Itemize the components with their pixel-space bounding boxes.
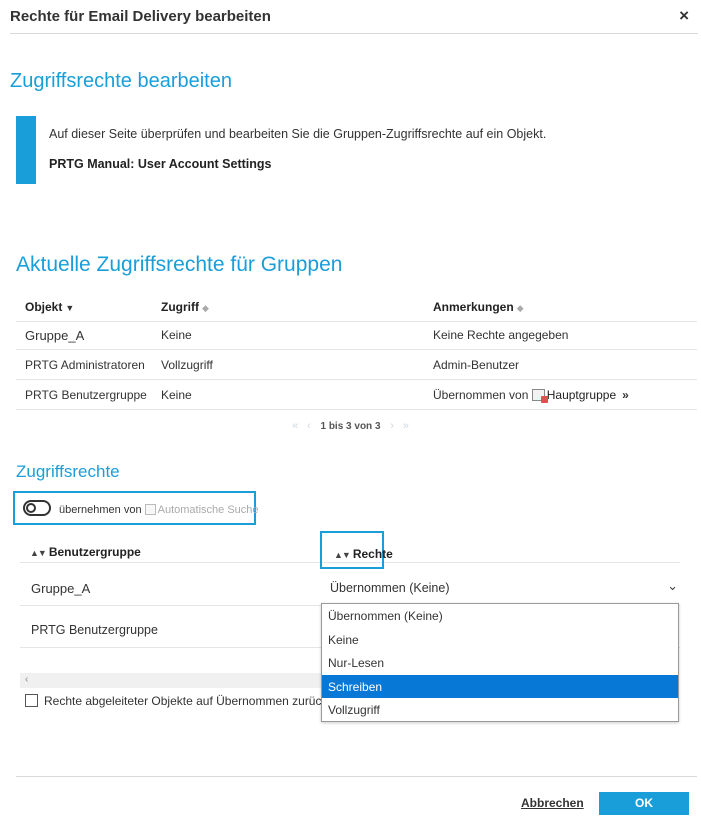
- col-header-usergroup-label: Benutzergruppe: [48, 545, 141, 559]
- inherit-label-text: übernehmen von: [59, 504, 142, 516]
- prev-page-icon[interactable]: ‹: [307, 420, 311, 432]
- row-remarks: Keine Rechte angegeben: [433, 328, 569, 342]
- dropdown-option[interactable]: Keine: [322, 628, 678, 651]
- dropdown-option[interactable]: Nur-Lesen: [322, 651, 678, 674]
- next-page-icon[interactable]: ›: [390, 420, 394, 432]
- ok-button[interactable]: OK: [599, 792, 689, 815]
- inherit-label: übernehmen von Automatische Suche: [59, 504, 259, 516]
- object-icon: [144, 504, 156, 515]
- section-title: Zugriffsrechte bearbeiten: [10, 70, 232, 92]
- permission-row: Gruppe_A Übernommen (Keine) ⌄: [20, 564, 680, 606]
- title-divider: [10, 33, 698, 34]
- sort-icon: ▲▼: [30, 548, 47, 558]
- scroll-left-icon[interactable]: ‹: [25, 674, 28, 685]
- col-header-remarks[interactable]: Anmerkungen ◆: [433, 300, 524, 314]
- sort-icon: ▲▼: [334, 550, 351, 560]
- group-name: Gruppe_A: [31, 581, 91, 596]
- sort-desc-icon: ▼: [65, 303, 75, 313]
- row-remarks: Admin-Benutzer: [433, 358, 520, 372]
- chevron-down-icon: ⌄: [667, 578, 678, 593]
- row-object: PRTG Benutzergruppe: [25, 388, 147, 402]
- col-header-remarks-label: Anmerkungen: [433, 300, 514, 314]
- group-icon: [531, 389, 548, 403]
- row-object: Gruppe_A: [25, 328, 85, 343]
- page-info: 1 bis 3 von 3: [320, 421, 381, 432]
- close-icon[interactable]: ×: [679, 6, 689, 26]
- col-header-rights-label: Rechte: [352, 547, 393, 561]
- info-accent-bar: [16, 116, 36, 184]
- col-header-access[interactable]: Zugriff ◆: [161, 300, 209, 314]
- table-header: Objekt ▼ Zugriff ◆ Anmerkungen ◆: [16, 292, 697, 322]
- rights-dropdown: Übernommen (Keine) Keine Nur-Lesen Schre…: [321, 603, 679, 722]
- row-access: Keine: [161, 388, 192, 402]
- table-row: PRTG Benutzergruppe Keine Übernommen von…: [16, 380, 697, 410]
- last-page-icon[interactable]: »: [403, 420, 409, 432]
- col-header-object-label: Objekt: [25, 300, 63, 314]
- group-name: PRTG Benutzergruppe: [31, 623, 158, 637]
- row-access: Keine: [161, 328, 192, 342]
- reset-checkbox[interactable]: [25, 694, 38, 707]
- manual-link[interactable]: PRTG Manual: User Account Settings: [49, 157, 271, 171]
- rights-select-value: Übernommen (Keine): [330, 581, 450, 595]
- dropdown-option[interactable]: Übernommen (Keine): [322, 604, 678, 627]
- reset-label: Rechte abgeleiteter Objekte auf Übernomm…: [44, 694, 325, 708]
- more-link-icon[interactable]: »: [622, 388, 629, 402]
- col-header-object[interactable]: Objekt ▼: [25, 300, 74, 314]
- dialog-titlebar: Rechte für Email Delivery bearbeiten ×: [0, 0, 701, 34]
- dropdown-option[interactable]: Vollzugriff: [322, 698, 678, 721]
- remarks-prefix: Übernommen von: [433, 388, 529, 402]
- info-box: Auf dieser Seite überprüfen und bearbeit…: [16, 116, 696, 184]
- inherit-toggle-group: übernehmen von Automatische Suche: [13, 491, 259, 525]
- inherit-toggle[interactable]: [23, 500, 51, 516]
- pagination: « ‹ 1 bis 3 von 3 › »: [0, 420, 701, 432]
- col-header-rights[interactable]: ▲▼ Rechte: [334, 547, 393, 561]
- table-row: Gruppe_A Keine Keine Rechte angegeben: [16, 320, 697, 350]
- dropdown-option-highlighted[interactable]: Schreiben: [322, 675, 678, 698]
- sort-icon: ◆: [516, 303, 524, 313]
- col-header-usergroup[interactable]: ▲▼ Benutzergruppe: [30, 545, 141, 559]
- sort-icon: ◆: [202, 303, 209, 313]
- first-page-icon[interactable]: «: [292, 420, 298, 432]
- footer-divider: [16, 776, 697, 777]
- dialog-title: Rechte für Email Delivery bearbeiten: [10, 8, 271, 25]
- info-text: Auf dieser Seite überprüfen und bearbeit…: [49, 127, 547, 141]
- row-access: Vollzugriff: [161, 358, 213, 372]
- col-header-access-label: Zugriff: [161, 300, 199, 314]
- parent-group-link[interactable]: Hauptgruppe: [547, 388, 616, 402]
- permissions-header: ▲▼ Benutzergruppe ▲▼ Rechte: [20, 530, 680, 569]
- toggle-knob: [26, 503, 36, 513]
- reset-option: Rechte abgeleiteter Objekte auf Übernomm…: [25, 694, 325, 708]
- cancel-button[interactable]: Abbrechen: [521, 796, 584, 810]
- rights-select[interactable]: Übernommen (Keine) ⌄: [330, 578, 680, 598]
- access-title: Zugriffsrechte: [16, 462, 120, 481]
- groups-title: Aktuelle Zugriffsrechte für Gruppen: [16, 253, 343, 276]
- inherit-source: Automatische Suche: [157, 504, 259, 516]
- horizontal-scrollbar[interactable]: ‹: [20, 673, 322, 688]
- row-remarks: Übernommen von Hauptgruppe »: [433, 388, 629, 403]
- row-object: PRTG Administratoren: [25, 358, 145, 372]
- table-row: PRTG Administratoren Vollzugriff Admin-B…: [16, 350, 697, 380]
